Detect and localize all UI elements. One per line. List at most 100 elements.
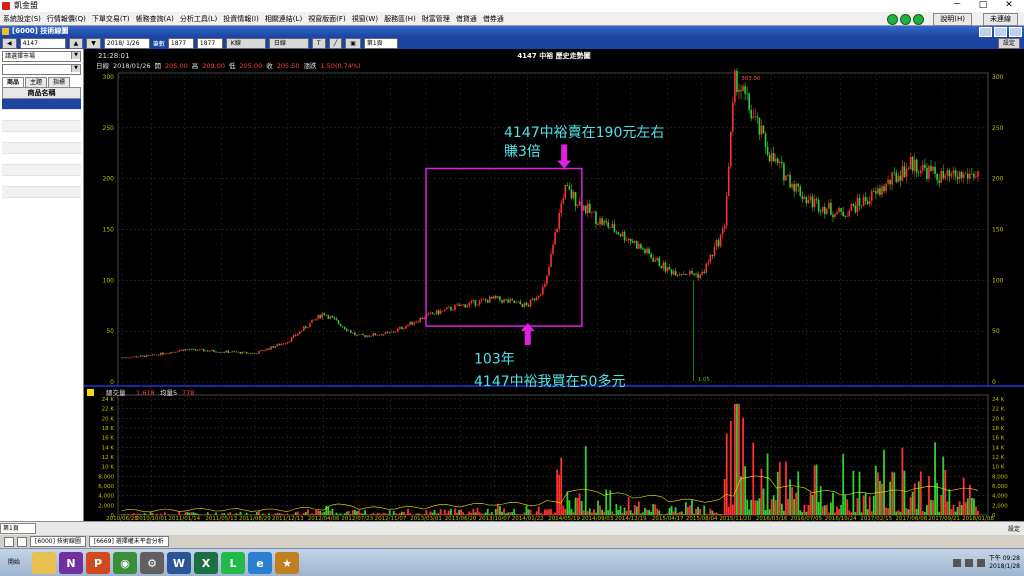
menu-item-account[interactable]: 帳務查詢(A) bbox=[133, 14, 177, 24]
timeframe-dropdown[interactable]: 日線 bbox=[268, 37, 309, 49]
list-item[interactable] bbox=[2, 99, 81, 110]
volume-bar bbox=[719, 513, 722, 515]
volume-bar bbox=[135, 514, 138, 515]
start-button[interactable]: 開始 bbox=[0, 552, 28, 574]
menu-item-analysis[interactable]: 分析工具(L) bbox=[177, 14, 220, 24]
ie-app-icon[interactable]: e bbox=[248, 552, 272, 574]
volume-bar bbox=[513, 508, 516, 515]
volume-bar bbox=[484, 512, 487, 515]
menu-item-links[interactable]: 相關連結(L) bbox=[262, 14, 305, 24]
candle-body bbox=[300, 330, 303, 332]
status-light-icon bbox=[900, 14, 911, 25]
menu-item-layout[interactable]: 視窗版面(F) bbox=[305, 14, 349, 24]
minimize-button[interactable]: － bbox=[944, 0, 970, 11]
tab-indicators[interactable]: 指標 bbox=[48, 77, 71, 87]
volume-toggle-icon[interactable] bbox=[87, 389, 94, 396]
list-item[interactable] bbox=[2, 176, 81, 187]
chrome-app-icon[interactable]: ◉ bbox=[113, 552, 137, 574]
menu-item-loan[interactable]: 借貸通 bbox=[453, 14, 480, 24]
close-button[interactable]: ✕ bbox=[996, 0, 1022, 11]
volume-bar bbox=[206, 512, 209, 515]
volume-icon[interactable] bbox=[976, 559, 985, 567]
draw-tool-button[interactable]: ╱ bbox=[328, 37, 343, 49]
volume-bar bbox=[460, 509, 463, 515]
doc-tab-options[interactable]: [6669] 選擇權未平倉分析 bbox=[88, 536, 169, 547]
status-settings-button[interactable]: 設定 bbox=[1008, 524, 1020, 533]
text-tool-button[interactable]: T bbox=[311, 37, 326, 49]
back-arrow-icon[interactable]: ◀ bbox=[2, 37, 17, 49]
volume-bar bbox=[190, 512, 193, 515]
menu-item-window[interactable]: 視窗(W) bbox=[349, 14, 381, 24]
list-item[interactable] bbox=[2, 187, 81, 198]
candle-body bbox=[245, 352, 248, 354]
network-icon[interactable] bbox=[964, 559, 973, 567]
arrow-up-icon[interactable]: ▲ bbox=[68, 37, 84, 49]
candle-body bbox=[748, 93, 750, 111]
cascade-window-icon[interactable] bbox=[17, 536, 27, 547]
language-icon[interactable] bbox=[952, 559, 961, 567]
candle-body bbox=[325, 315, 328, 316]
doc-tab-chart[interactable]: [6000] 技術線圖 bbox=[30, 536, 86, 547]
price-chart[interactable]: 0 050 50100 100150 150200 200250 250300 3000 02,… bbox=[84, 49, 1024, 521]
menu-item-quotes[interactable]: 行情報價(Q) bbox=[44, 14, 89, 24]
child-close-button[interactable] bbox=[1009, 27, 1022, 37]
symbol-input[interactable]: 4147 bbox=[19, 37, 66, 49]
list-item[interactable] bbox=[2, 132, 81, 143]
list-item[interactable] bbox=[2, 154, 81, 165]
powerpoint-app-icon[interactable]: P bbox=[86, 552, 110, 574]
gear-app-icon[interactable]: ⚙ bbox=[140, 552, 164, 574]
arrow-down-icon[interactable]: ▼ bbox=[86, 37, 101, 49]
onenote-app-icon[interactable]: N bbox=[59, 552, 83, 574]
list-item[interactable] bbox=[2, 143, 81, 154]
sub-market-select[interactable]: ▼ bbox=[2, 64, 81, 75]
connection-status-button[interactable]: 未連線 bbox=[983, 13, 1018, 26]
candle-body bbox=[313, 319, 315, 321]
menu-item-trade[interactable]: 下單交易(T) bbox=[89, 14, 133, 24]
menu-item-service[interactable]: 服務區(H) bbox=[381, 14, 419, 24]
count-input-2[interactable]: 1877 bbox=[196, 37, 223, 49]
chart-type-dropdown[interactable]: K線 bbox=[225, 37, 266, 49]
sell-annotation-line-2: 賺3倍 bbox=[504, 144, 541, 160]
volume-bar bbox=[952, 504, 955, 515]
menu-item-lending[interactable]: 借券通 bbox=[480, 14, 507, 24]
line-app-icon[interactable]: L bbox=[221, 552, 245, 574]
clock[interactable]: 下午 09:28 2018/1/28 bbox=[989, 555, 1020, 571]
word-app-icon[interactable]: W bbox=[167, 552, 191, 574]
menu-item-wealth[interactable]: 財富管理 bbox=[419, 14, 453, 24]
volume-bar bbox=[294, 512, 297, 515]
maximize-button[interactable]: □ bbox=[970, 0, 996, 11]
tile-window-icon[interactable] bbox=[4, 536, 14, 547]
child-minimize-button[interactable] bbox=[979, 27, 992, 37]
list-item[interactable] bbox=[2, 165, 81, 176]
volume-tick-label-left: 16 K bbox=[102, 436, 115, 442]
volume-bar bbox=[472, 508, 475, 515]
help-button[interactable]: 說明(H) bbox=[933, 13, 972, 26]
volume-bar bbox=[478, 512, 481, 515]
menu-item-system[interactable]: 系統設定(S) bbox=[0, 14, 44, 24]
volume-bar bbox=[494, 508, 497, 515]
palette-tool-button[interactable]: ▣ bbox=[345, 37, 361, 49]
settings-button[interactable]: 設定 bbox=[997, 38, 1020, 49]
list-item[interactable] bbox=[2, 110, 81, 121]
count-input-1[interactable]: 1877 bbox=[167, 37, 194, 49]
volume-bar bbox=[323, 511, 326, 515]
menu-item-info[interactable]: 投資情報(I) bbox=[220, 14, 262, 24]
volume-bar bbox=[145, 514, 148, 515]
child-maximize-button[interactable] bbox=[994, 27, 1007, 37]
candle-body bbox=[895, 172, 898, 182]
chart-area[interactable]: 0 0 50 50 100 100 150 150 200 200 250 250 300 300 0 0 2,… bbox=[84, 49, 1024, 521]
folder-app-icon[interactable] bbox=[32, 552, 56, 574]
tab-themes[interactable]: 主題 bbox=[25, 77, 48, 87]
date-input[interactable]: 2018/ 1/26 bbox=[103, 37, 150, 49]
page-dropdown[interactable]: 第1頁 bbox=[363, 37, 398, 49]
chart-status-bar: 第1頁 設定 bbox=[0, 521, 1024, 535]
excel-app-icon[interactable]: X bbox=[194, 552, 218, 574]
market-select[interactable]: 請選擇市場 ▼ bbox=[2, 51, 81, 62]
candle-body bbox=[887, 179, 889, 184]
status-page-select[interactable]: 第1頁 bbox=[0, 523, 36, 534]
volume-bar bbox=[646, 509, 648, 515]
list-item[interactable] bbox=[2, 121, 81, 132]
trading-app-icon[interactable]: ★ bbox=[275, 552, 299, 574]
volume-bar bbox=[298, 514, 301, 515]
tab-products[interactable]: 商品 bbox=[2, 77, 25, 87]
